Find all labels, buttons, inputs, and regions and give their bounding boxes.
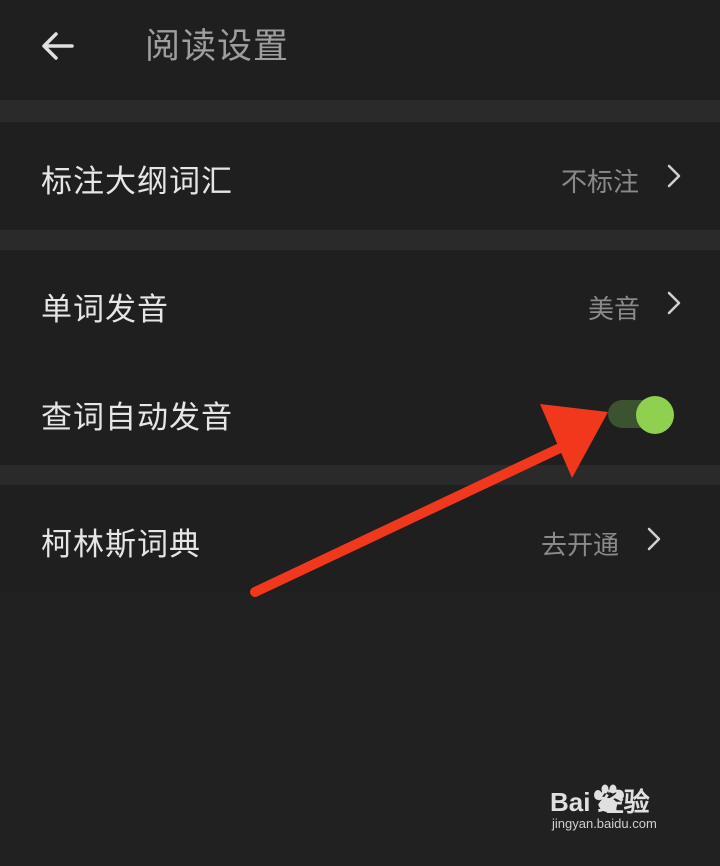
- watermark-url: jingyan.baidu.com: [552, 816, 657, 831]
- annotation-arrow-icon: [250, 404, 608, 597]
- baidu-jingyan-watermark: Bai 经验 jingyan.baidu.com: [550, 782, 690, 832]
- watermark-brand: Bai 经验: [550, 787, 650, 817]
